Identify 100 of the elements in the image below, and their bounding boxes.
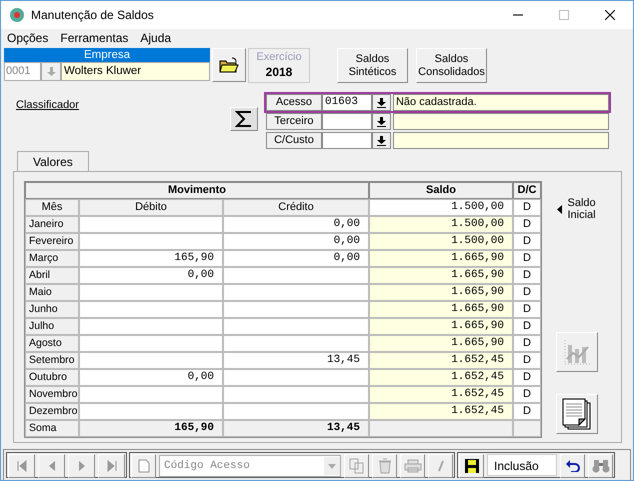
row-header: Julho [25,318,79,335]
filter-field[interactable] [322,132,372,149]
table-cell: 1.500,00 [369,233,513,250]
undo-button[interactable] [560,454,585,478]
row-header: Novembro [25,386,79,403]
table-cell: D [513,335,541,352]
down-arrow-icon [376,98,386,108]
code-field[interactable]: 0001 [4,62,41,81]
saldos-button[interactable]: Saldos Consolidados [416,48,487,83]
table-cell: 1.652,45 [369,369,513,386]
row-header: Maio [25,284,79,301]
table-cell: 0,00 [223,250,369,267]
row-header: Janeiro [25,216,79,233]
table-cell: 0,00 [79,369,223,386]
filter-label: Acesso [266,94,322,111]
company-name-field[interactable]: Wolters Kluwer [61,62,210,81]
first-icon [16,460,26,472]
italic-icon [436,460,446,472]
printer-icon [404,459,422,473]
row-header: Agosto [25,335,79,352]
print-button[interactable] [400,454,425,478]
table-cell: 0,00 [223,233,369,250]
table-cell: 1.652,45 [369,403,513,420]
last-icon [106,460,116,472]
document-icon [562,398,592,430]
table-cell: D [513,216,541,233]
table-cell: D [513,301,541,318]
row-header: Março [25,250,79,267]
table-cell: 1.500,00 [369,199,513,216]
report-button[interactable] [556,394,598,434]
table-cell: D [513,233,541,250]
down-arrow-icon [376,136,386,146]
total-cell [513,420,541,437]
first-record-button[interactable] [8,454,35,478]
chart-button[interactable] [556,332,598,372]
next-button[interactable] [68,454,95,478]
column-header: Crédito [223,199,369,216]
copy-button[interactable] [344,454,369,478]
exercicio-label: Exercício [256,51,302,63]
table-cell: D [513,284,541,301]
table-cell: D [513,199,541,216]
filter-field[interactable]: 01603 [322,94,372,111]
row-header: Outubro [25,369,79,386]
table-cell: 1.665,90 [369,250,513,267]
empresa-header: Empresa [4,48,210,62]
chart-icon [562,337,592,367]
saldos-button[interactable]: Saldos Sintéticos [337,48,408,83]
table-cell: D [513,318,541,335]
column-header: Débito [79,199,223,216]
mode-field: Inclusão [487,454,557,476]
menu-item[interactable]: Ferramentas [60,31,128,45]
table-cell: D [513,386,541,403]
page-icon [138,459,150,473]
menu-item[interactable]: Opções [7,31,48,45]
last-record-button[interactable] [98,454,125,478]
open-folder-button[interactable] [212,48,246,82]
find-button[interactable] [588,454,613,478]
table-cell: 165,90 [79,250,223,267]
row-header: Dezembro [25,403,79,420]
column-header: Mês [25,199,79,216]
row-header: Fevereiro [25,233,79,250]
binoculars-icon [592,459,610,473]
sum-button[interactable] [230,107,258,131]
maximize-icon[interactable] [559,10,569,20]
filter-label: C/Custo [266,132,322,149]
search-combobox[interactable]: Código Acesso [159,455,341,477]
save-button[interactable] [459,454,484,478]
table-cell: D [513,369,541,386]
tab[interactable]: Valores [17,151,89,171]
table-cell: 1.665,90 [369,284,513,301]
dropdown-button[interactable] [372,132,391,149]
filter-field[interactable] [322,113,372,130]
italic-button[interactable] [428,454,453,478]
undo-icon [566,460,580,472]
new-button[interactable] [131,454,156,478]
documents-icon [348,458,364,474]
close-icon[interactable] [605,10,615,20]
table-cell: 1.665,90 [369,335,513,352]
down-arrow-icon [376,116,386,126]
left-arrow-icon [556,204,562,214]
down-arrow-icon [328,464,336,468]
menu-item[interactable]: Ajuda [140,31,172,45]
table-cell: D [513,352,541,369]
table-cell: 0,00 [79,267,223,284]
dropdown-button[interactable] [372,113,391,130]
column-header: Saldo [369,182,513,199]
row-header: Setembro [25,352,79,369]
description-field: Não cadastrada. [392,94,609,111]
row-header: Junho [25,301,79,318]
delete-button[interactable] [372,454,397,478]
total-cell: 13,45 [223,420,369,437]
classificador-link[interactable]: Classificador [16,99,79,112]
right-icon [76,460,86,472]
table-cell: 13,45 [223,352,369,369]
exercicio-value: 2018 [266,65,292,79]
table-cell: D [513,267,541,284]
filter-label: Terceiro [266,113,322,130]
dropdown-button[interactable] [372,94,391,111]
table-cell: 1.652,45 [369,352,513,369]
previous-button[interactable] [38,454,65,478]
